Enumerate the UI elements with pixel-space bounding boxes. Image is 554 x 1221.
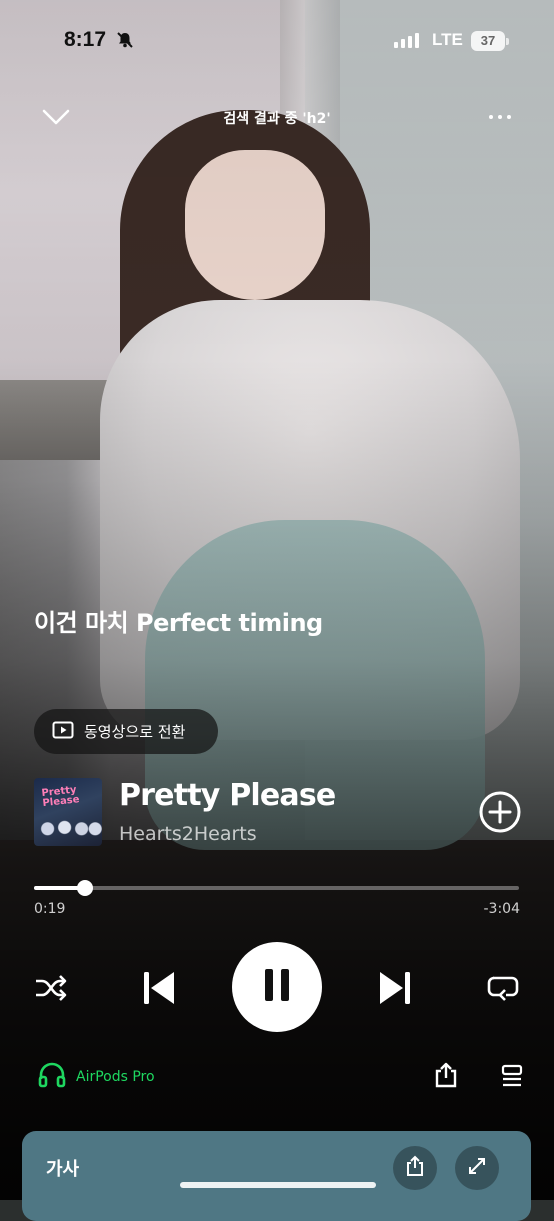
progress-bar[interactable] [34,880,519,896]
repeat-icon[interactable] [486,973,520,1007]
artist-name[interactable]: Hearts2Hearts [119,823,257,845]
status-bar: 8:17 LTE 37 [0,0,554,84]
lyrics-label: 가사 [46,1159,80,1180]
bell-slash-icon [116,31,134,53]
connected-device[interactable]: AirPods Pro [38,1062,155,1092]
remaining-time: -3:04 [483,901,521,917]
status-time: 8:17 [64,28,107,51]
battery-icon: 37 [471,31,505,51]
pause-icon [263,968,291,1006]
shuffle-icon[interactable] [34,974,68,1006]
elapsed-time: 0:19 [34,901,66,917]
context-title: 검색 결과 중 'h2' [223,111,331,127]
pause-button[interactable] [232,942,322,1032]
video-icon [52,721,74,743]
next-icon[interactable] [378,970,412,1010]
album-art-text: Pretty Please [41,784,81,810]
share-icon[interactable] [434,1062,458,1092]
switch-to-video-label: 동영상으로 전환 [84,723,186,741]
share-icon [405,1155,425,1181]
more-icon[interactable] [489,115,511,119]
lyrics-share-button[interactable] [393,1146,437,1190]
expand-icon [467,1156,487,1180]
battery-cap [506,38,509,45]
playback-controls [0,942,554,1034]
song-title[interactable]: Pretty Please [119,778,336,813]
previous-icon[interactable] [142,970,176,1010]
network-label: LTE [432,30,463,49]
lyrics-expand-button[interactable] [455,1146,499,1190]
home-indicator[interactable] [180,1182,376,1188]
switch-to-video-button[interactable]: 동영상으로 전환 [34,709,218,754]
album-art[interactable]: Pretty Please [34,778,102,846]
headphones-icon [38,1062,66,1092]
lyrics-card[interactable]: 가사 [22,1131,531,1221]
player-header: 검색 결과 중 'h2' [0,98,554,138]
lyric-preview: 이건 마치 Perfect timing [34,609,323,637]
device-label: AirPods Pro [76,1069,155,1085]
plus-circle-icon[interactable] [479,791,521,837]
queue-icon[interactable] [500,1064,524,1092]
signal-icon [394,33,419,48]
album-art-figures [34,812,102,840]
